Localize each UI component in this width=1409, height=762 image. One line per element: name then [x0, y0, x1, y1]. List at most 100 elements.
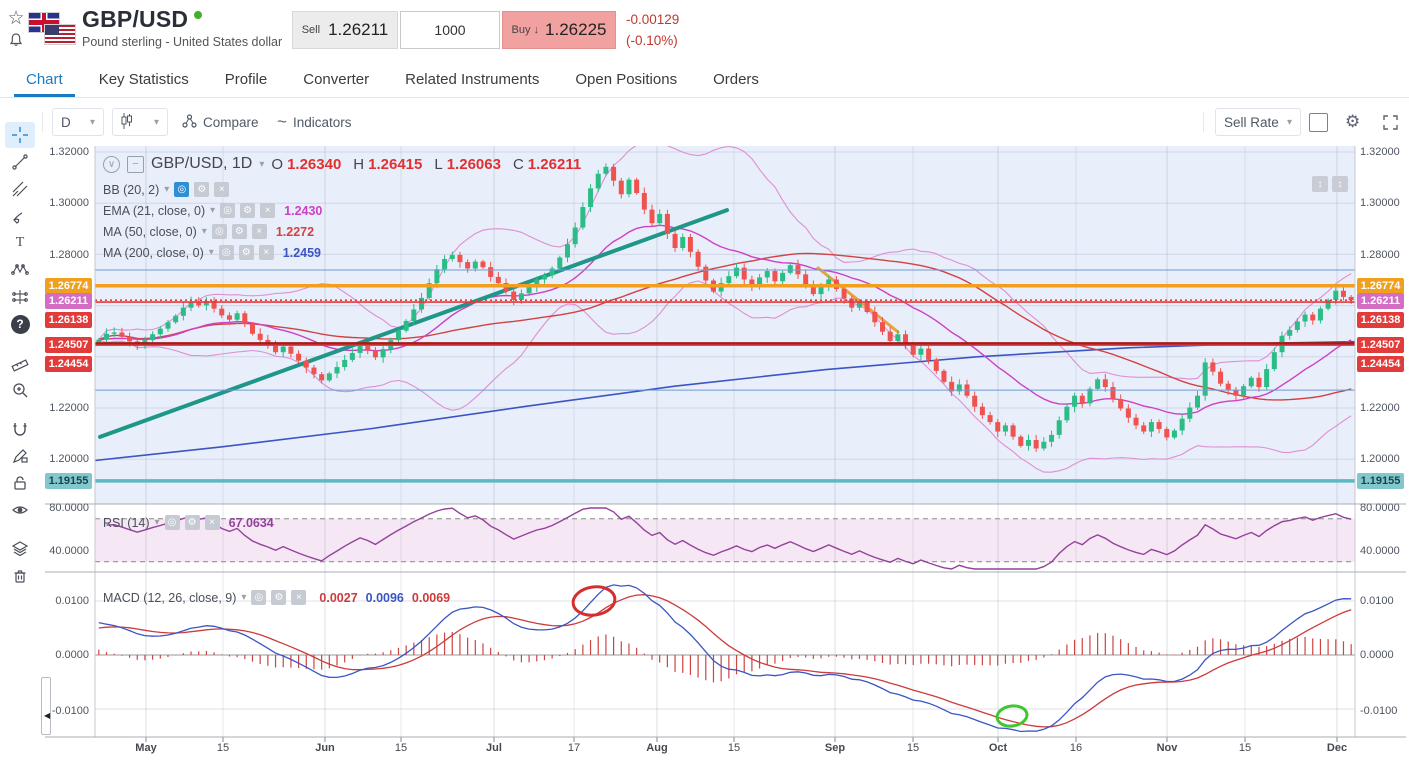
currency-pair-flags — [28, 10, 78, 52]
tab-open-positions[interactable]: Open Positions — [557, 62, 695, 97]
settings-icon[interactable]: ⚙ — [194, 182, 210, 197]
zoom-in-icon[interactable] — [5, 377, 35, 403]
trend-line-icon[interactable] — [5, 149, 35, 175]
fullscreen-icon[interactable] — [1383, 108, 1398, 136]
eye-icon[interactable]: ◎ — [251, 590, 267, 605]
tab-converter[interactable]: Converter — [285, 62, 387, 97]
down-arrow-icon: ↓ — [533, 24, 540, 36]
buy-label: Buy — [511, 24, 531, 36]
price-level-badge: 1.26774 — [1357, 278, 1404, 294]
compare-button[interactable]: Compare — [182, 108, 259, 136]
eye-icon[interactable]: ◎ — [218, 245, 234, 260]
settings-icon[interactable]: ⚙ — [184, 515, 200, 530]
close-icon[interactable]: × — [258, 245, 274, 260]
tab-chart[interactable]: Chart — [8, 62, 81, 97]
collapse-legend-icon[interactable]: ∨ — [103, 155, 120, 173]
close-icon[interactable]: × — [260, 203, 276, 218]
hide-drawings-icon[interactable] — [5, 497, 35, 523]
price-level-badge: 1.24454 — [1357, 356, 1404, 372]
instrument-subtitle: Pound sterling - United States dollar — [82, 35, 283, 49]
tab-related-instruments[interactable]: Related Instruments — [387, 62, 557, 97]
axis-label: 1.32000 — [49, 146, 89, 158]
time-axis-label: Jun — [315, 742, 335, 754]
brush-icon[interactable] — [5, 203, 35, 229]
indicator-value: 1.2272 — [275, 224, 315, 239]
favorite-star-icon[interactable]: ☆ — [4, 8, 28, 30]
time-axis-label: May — [135, 742, 157, 754]
axis-label: 1.22000 — [1360, 402, 1400, 414]
change-percent: (-0.10%) — [626, 33, 678, 48]
settings-icon[interactable]: ⚙ — [271, 590, 287, 605]
alert-bell-icon[interactable] — [4, 32, 28, 48]
axis-label: 40.0000 — [1360, 545, 1400, 557]
compare-icon — [182, 113, 197, 131]
help-icon[interactable]: ? — [5, 311, 35, 337]
eye-icon[interactable]: ◎ — [211, 224, 227, 239]
lock-all-drawings-icon[interactable] — [5, 470, 35, 496]
indicator-label: MA (200, close, 0) — [103, 245, 204, 260]
settings-icon[interactable]: ⚙ — [240, 203, 256, 218]
buy-button[interactable]: Buy ↓ 1.26225 — [502, 11, 616, 49]
forecast-icon[interactable] — [5, 284, 35, 310]
chart-area[interactable]: T? ∨ − GBP/USD, 1D ▾ O 1.26340 H 1.26415 L… — [0, 122, 1409, 762]
tab-key-statistics[interactable]: Key Statistics — [81, 62, 207, 97]
quantity-input[interactable] — [401, 12, 499, 48]
time-axis-label: 15 — [394, 742, 408, 754]
eye-icon[interactable]: ◎ — [164, 515, 180, 530]
measure-ruler-icon[interactable] — [5, 350, 35, 376]
xabcd-pattern-icon[interactable] — [5, 257, 35, 283]
minimize-legend-icon[interactable]: − — [127, 155, 144, 173]
close-icon[interactable]: × — [214, 182, 230, 197]
interval-selector[interactable]: D ▾ — [52, 108, 104, 136]
time-axis-label: 17 — [567, 742, 581, 754]
gann-fib-tools-icon[interactable] — [5, 176, 35, 202]
close-icon[interactable]: × — [251, 224, 267, 239]
indicator-value: 1.2430 — [284, 203, 323, 218]
crosshair-icon[interactable] — [5, 122, 35, 148]
time-axis-label: 15 — [216, 742, 230, 754]
tab-profile[interactable]: Profile — [207, 62, 286, 97]
time-axis-label: 15 — [1238, 742, 1252, 754]
price-level-badge: 1.19155 — [45, 473, 92, 489]
rate-type-selector[interactable]: Sell Rate ▾ — [1215, 108, 1301, 136]
drawing-edit-lock-icon[interactable] — [5, 443, 35, 469]
macd-value: 0.0069 — [411, 590, 451, 605]
chevron-down-icon: ▾ — [201, 226, 207, 237]
ohlc-readout: O 1.26340 H 1.26415 L 1.26063 C 1.26211 — [271, 155, 582, 173]
time-axis-label: 15 — [727, 742, 741, 754]
close-icon[interactable]: × — [291, 590, 307, 605]
eye-icon[interactable]: ◎ — [174, 182, 190, 197]
axis-label: 1.20000 — [1360, 453, 1400, 465]
settings-icon[interactable]: ⚙ — [231, 224, 247, 239]
axis-label: 1.22000 — [49, 402, 89, 414]
axis-label: 0.0100 — [55, 595, 89, 607]
eye-icon[interactable]: ◎ — [220, 203, 236, 218]
axis-label: 1.20000 — [49, 453, 89, 465]
text-icon[interactable]: T — [5, 230, 35, 256]
time-axis-label: Jul — [486, 742, 502, 754]
macd-value: 0.0096 — [365, 590, 404, 605]
remove-drawings-icon[interactable] — [5, 563, 35, 589]
indicators-button[interactable]: ~ Indicators — [277, 108, 351, 136]
magnet-icon[interactable] — [5, 416, 35, 442]
page-title: GBP/USD — [82, 6, 189, 32]
indicator-legend-row: EMA (21, close, 0) ▾ ◎ ⚙ × 1.2430 — [103, 200, 322, 221]
scale-adjust-icon[interactable]: ↕ — [1312, 176, 1328, 192]
scale-reset-icon[interactable]: ↕ — [1332, 176, 1348, 192]
chevron-down-icon: ▾ — [259, 158, 265, 170]
manage-layers-icon[interactable] — [5, 536, 35, 562]
price-level-badge: 1.19155 — [1357, 473, 1404, 489]
close-icon[interactable]: × — [204, 515, 220, 530]
chevron-down-icon: ▾ — [153, 116, 159, 128]
popup-checkbox[interactable] — [1309, 108, 1328, 136]
sell-button[interactable]: Sell 1.26211 — [292, 11, 398, 49]
chart-style-selector[interactable]: ▾ — [112, 108, 168, 136]
price-level-badge: 1.26211 — [1357, 293, 1404, 309]
change-value: -0.00129 — [626, 12, 680, 27]
indicator-label: EMA (21, close, 0) — [103, 203, 206, 218]
quantity-field[interactable] — [400, 11, 500, 49]
gear-icon[interactable]: ⚙ — [1345, 108, 1360, 136]
settings-icon[interactable]: ⚙ — [238, 245, 254, 260]
tab-orders[interactable]: Orders — [695, 62, 777, 97]
time-axis-label: Oct — [988, 742, 1008, 754]
